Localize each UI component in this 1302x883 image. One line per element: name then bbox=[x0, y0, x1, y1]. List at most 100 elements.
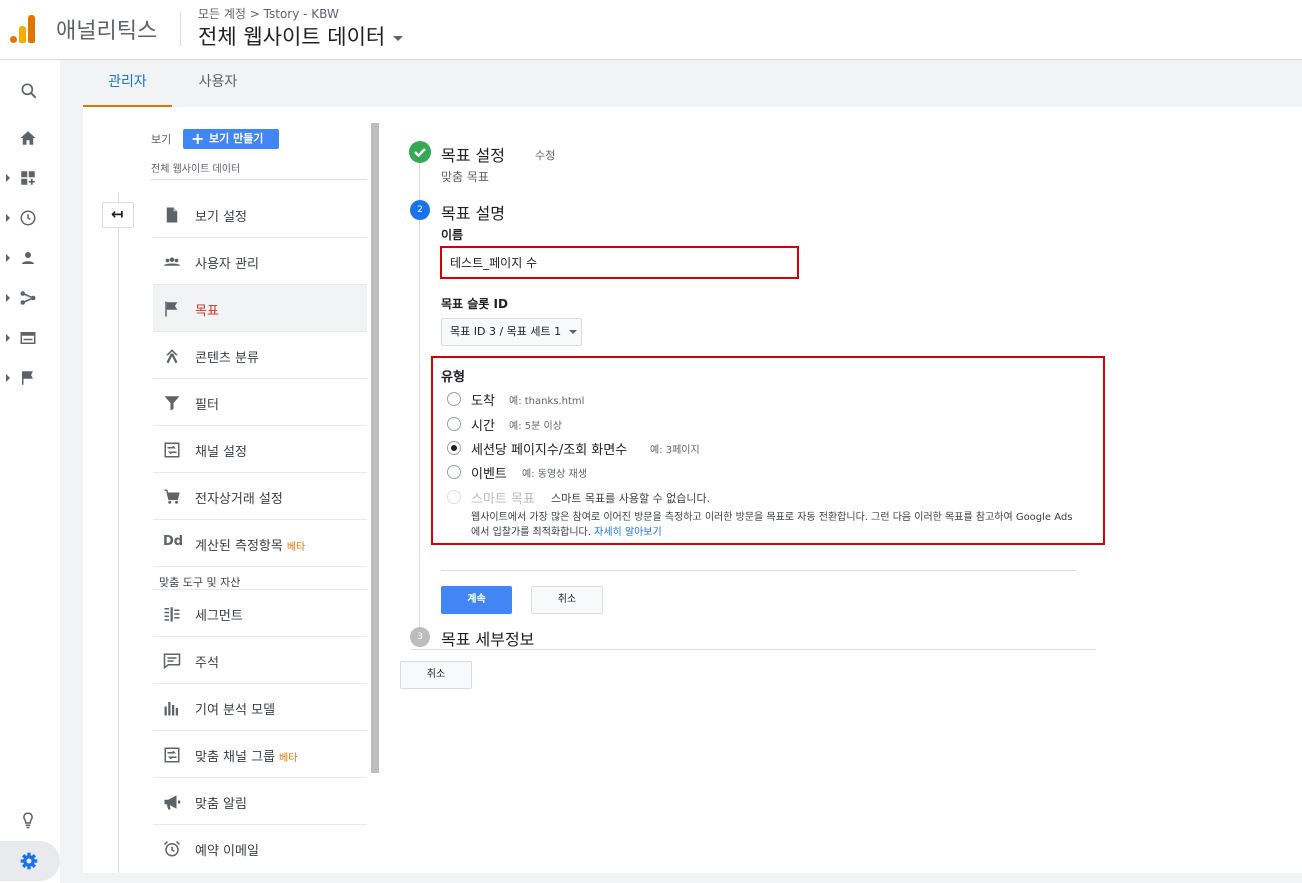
radio-button[interactable] bbox=[447, 465, 461, 479]
menu-item-label-wrap: 맞춤 채널 그룹 베타 bbox=[195, 746, 297, 765]
tree-line bbox=[118, 192, 119, 873]
expand-arrow-icon bbox=[6, 374, 10, 382]
menu-item-label: 기여 분석 모델 bbox=[195, 703, 276, 718]
learn-more-link[interactable]: 자세히 알아보기 bbox=[594, 527, 662, 538]
acquisition-icon bbox=[20, 291, 36, 305]
smart-goal-note: 웹사이트에서 가장 많은 참여로 이어진 방문을 측정하고 이러한 방문을 목표… bbox=[471, 512, 1073, 538]
discover-nav[interactable] bbox=[0, 802, 60, 838]
step-1-complete-check-icon bbox=[409, 141, 431, 163]
step-3-title: 목표 세부정보 bbox=[441, 630, 535, 649]
segments-icon bbox=[164, 607, 180, 622]
bottom-cancel-button[interactable]: 취소 bbox=[400, 661, 472, 689]
account-selector[interactable]: 전체 웹사이트 데이터 bbox=[198, 21, 404, 51]
menu-item-label: 예약 이메일 bbox=[195, 844, 259, 859]
menu-item-label: 필터 bbox=[195, 398, 219, 413]
behavior-nav[interactable] bbox=[0, 320, 60, 356]
view-name: 전체 웹사이트 데이터 bbox=[151, 164, 241, 175]
search-nav[interactable] bbox=[0, 72, 60, 108]
menu-item-label: 세그먼트 bbox=[195, 609, 243, 624]
menu-item-segments[interactable]: 세그먼트 bbox=[153, 590, 367, 637]
type-option-example: 예: 3페이지 bbox=[650, 445, 700, 456]
search-icon bbox=[21, 83, 37, 99]
menu-item-content-grouping[interactable]: 콘텐츠 분류 bbox=[153, 332, 367, 379]
divider bbox=[441, 570, 1076, 571]
back-button[interactable]: ↤ bbox=[102, 202, 134, 228]
menu-item-calculated-metrics[interactable]: Dd 계산된 측정항목 베타 bbox=[153, 520, 367, 567]
step-1-title: 목표 설정 bbox=[441, 146, 505, 165]
menu-item-label: 계산된 측정항목 bbox=[195, 539, 283, 554]
menu-item-custom-channel-grouping[interactable]: 맞춤 채널 그룹 베타 bbox=[153, 731, 367, 778]
step-2-title: 목표 설명 bbox=[441, 204, 505, 223]
goal-name-input[interactable] bbox=[446, 251, 793, 274]
menu-item-channel-settings[interactable]: 채널 설정 bbox=[153, 426, 367, 473]
continue-button[interactable]: 계속 bbox=[441, 586, 512, 614]
breadcrumb[interactable]: 모든 계정 > Tstory - KBW bbox=[198, 5, 339, 22]
menu-item-view-settings[interactable]: 보기 설정 bbox=[153, 191, 367, 238]
create-view-button[interactable]: + 보기 만들기 bbox=[183, 129, 279, 149]
menu-item-label: 채널 설정 bbox=[195, 445, 247, 460]
gear-icon bbox=[20, 852, 38, 870]
type-option-label: 이벤트 bbox=[471, 467, 507, 482]
divider bbox=[411, 649, 1096, 650]
create-view-label: 보기 만들기 bbox=[209, 132, 264, 145]
clock-icon bbox=[20, 210, 36, 226]
conversions-nav[interactable] bbox=[0, 360, 60, 396]
beta-badge: 베타 bbox=[279, 753, 298, 764]
radio-button[interactable] bbox=[447, 392, 461, 406]
tab-user[interactable]: 사용자 bbox=[172, 60, 264, 107]
admin-nav[interactable] bbox=[0, 841, 60, 881]
flag-icon bbox=[165, 301, 178, 317]
expand-arrow-icon bbox=[6, 214, 10, 222]
behavior-icon bbox=[20, 332, 36, 344]
file-icon bbox=[166, 207, 178, 223]
menu-item-filters[interactable]: 필터 bbox=[153, 379, 367, 426]
type-option-duration[interactable]: 시간 예: 5분 이상 bbox=[447, 415, 647, 434]
menu-item-label: 보기 설정 bbox=[195, 210, 247, 225]
radio-button[interactable] bbox=[447, 417, 461, 431]
home-nav[interactable] bbox=[0, 120, 60, 156]
audience-nav[interactable] bbox=[0, 240, 60, 276]
flag-icon bbox=[22, 371, 33, 385]
caret-down-icon bbox=[393, 35, 404, 41]
cancel-button[interactable]: 취소 bbox=[531, 586, 603, 614]
step-3-number: 3 bbox=[410, 627, 430, 647]
menu-item-label: 맞춤 알림 bbox=[195, 797, 247, 812]
menu-item-custom-alerts[interactable]: 맞춤 알림 bbox=[153, 778, 367, 825]
type-option-pages-per-session[interactable]: 세션당 페이지수/조회 화면수 예: 3페이지 bbox=[447, 439, 847, 458]
type-option-label: 세션당 페이지수/조회 화면수 bbox=[471, 443, 628, 458]
menu-item-user-management[interactable]: 사용자 관리 bbox=[153, 238, 367, 285]
person-icon bbox=[22, 252, 34, 264]
menu-item-scheduled-emails[interactable]: 예약 이메일 bbox=[153, 825, 367, 872]
menu-item-annotations[interactable]: 주석 bbox=[153, 637, 367, 684]
divider bbox=[151, 179, 367, 180]
type-option-destination[interactable]: 도착 예: thanks.html bbox=[447, 390, 647, 409]
menu-item-label: 목표 bbox=[195, 304, 219, 319]
name-label: 이름 bbox=[441, 228, 464, 242]
customization-nav[interactable] bbox=[0, 160, 60, 196]
analytics-logo-icon[interactable] bbox=[10, 13, 36, 43]
filter-icon bbox=[164, 396, 180, 411]
radio-button-selected[interactable] bbox=[447, 441, 461, 455]
menu-scrollbar[interactable] bbox=[371, 123, 379, 773]
type-option-event[interactable]: 이벤트 예: 동영상 재생 bbox=[447, 463, 747, 482]
acquisition-nav[interactable] bbox=[0, 280, 60, 316]
step-2-number: 2 bbox=[410, 200, 430, 220]
back-arrow-icon: ↤ bbox=[111, 205, 124, 223]
step-1-subtitle: 맞춤 목표 bbox=[441, 170, 489, 184]
expand-arrow-icon bbox=[6, 174, 10, 182]
goal-slot-dropdown[interactable]: 목표 ID 3 / 목표 세트 1 bbox=[441, 318, 582, 346]
menu-item-attribution[interactable]: 기여 분석 모델 bbox=[153, 684, 367, 731]
menu-item-ecommerce[interactable]: 전자상거래 설정 bbox=[153, 473, 367, 520]
menu-item-goals[interactable]: 목표 bbox=[153, 285, 367, 332]
dashboard-icon bbox=[21, 171, 35, 185]
expand-arrow-icon bbox=[6, 254, 10, 262]
type-option-example: 예: 5분 이상 bbox=[509, 421, 562, 432]
type-option-label: 스마트 목표 bbox=[471, 492, 535, 507]
content-grouping-icon bbox=[166, 349, 178, 364]
cart-icon bbox=[164, 489, 180, 504]
menu-item-label: 사용자 관리 bbox=[195, 257, 259, 272]
realtime-nav[interactable] bbox=[0, 200, 60, 236]
edit-link[interactable]: 수정 bbox=[535, 147, 555, 163]
tab-admin[interactable]: 관리자 bbox=[83, 60, 172, 107]
menu-item-label: 전자상거래 설정 bbox=[195, 492, 283, 507]
